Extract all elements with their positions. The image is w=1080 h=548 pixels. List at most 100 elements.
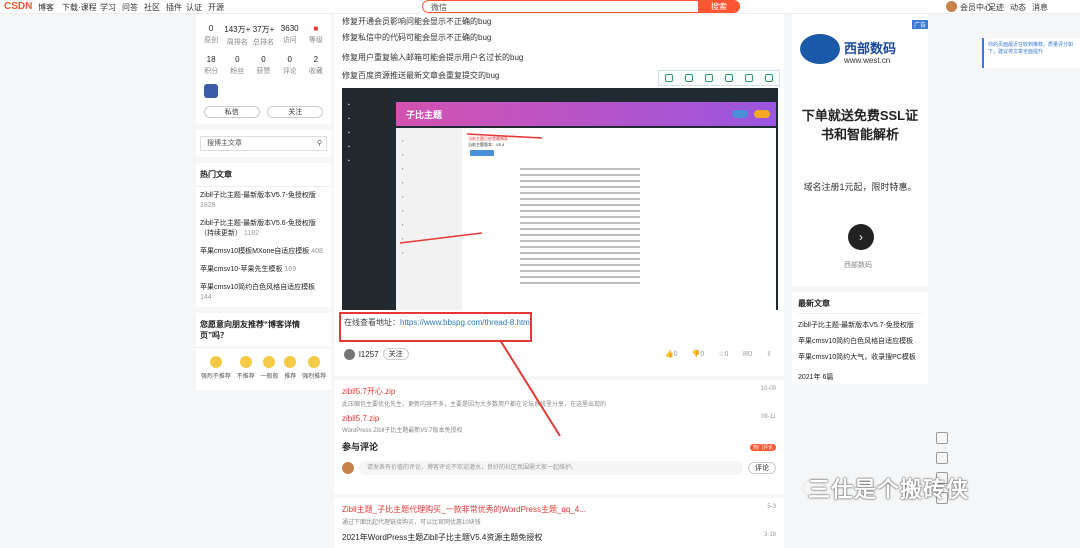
right-sidebar: 广告 西部数码 www.west.cn 下单就送免费SSL证书和智能解析 域名注…	[792, 14, 928, 384]
nav-plugin[interactable]: 插件	[166, 2, 182, 13]
stat-fans[interactable]: 0 粉丝	[224, 55, 250, 76]
stat-original[interactable]: 0 原创	[198, 24, 224, 47]
messages-link[interactable]: 消息	[1032, 2, 1048, 13]
stat-likes[interactable]: 0 获赞	[250, 55, 276, 76]
survey-card: 您愿意向朋友推荐“博客详情页”吗？ 强烈不推荐 不推荐 一般般 推荐 强烈推荐	[196, 313, 331, 390]
footprint-link[interactable]: 足迹	[988, 2, 1004, 13]
user-avatar[interactable]	[946, 1, 957, 12]
author-follow-button[interactable]: 关注	[382, 348, 409, 360]
recent-item[interactable]: Zibll子比主题-最新版本V5.7-免授权版	[798, 320, 922, 330]
follow-button[interactable]: 关注	[267, 106, 324, 118]
download-icon[interactable]	[725, 74, 733, 82]
comment-icon[interactable]: ✉0	[742, 350, 752, 358]
west-logo-icon	[800, 34, 840, 64]
search-input[interactable]: 微信 搜索	[422, 0, 740, 13]
nav-cert[interactable]: 认证	[186, 2, 202, 13]
related-item[interactable]: zibll5.7开心.zip 此压缩包主要优化先生，更新内容不多，主要是因为大多数…	[342, 386, 776, 408]
profile-card: 0 原创 143万+ 周排名 37万+ 总排名 3630 访问 ■ 等级 18 积分 0 粉丝…	[196, 14, 331, 124]
annotation-arrows	[399, 133, 543, 244]
ad-brand: 西部数码	[844, 41, 897, 56]
angry-face-icon	[209, 356, 222, 368]
ad-banner[interactable]: 广告 西部数码 www.west.cn 下单就送免费SSL证书和智能解析 域名注…	[792, 14, 928, 286]
blog-search-card: 搜博主文章 ⚲	[196, 130, 331, 157]
survey-option-strongly-not[interactable]: 强烈不推荐	[201, 356, 231, 380]
csdn-logo[interactable]: CSDN	[4, 1, 32, 12]
like-icon[interactable]: 👍0	[665, 350, 678, 358]
ocr-icon[interactable]	[745, 74, 753, 82]
ad-headline: 下单就送免费SSL证书和智能解析	[801, 108, 919, 142]
blog-search-input[interactable]: 搜博主文章 ⚲	[200, 136, 327, 151]
ad-tag: 广告	[911, 20, 928, 29]
settings-icon[interactable]	[765, 74, 773, 82]
hot-article-item[interactable]: 苹果cmsv10模板MXone自适应模板 408	[196, 243, 331, 261]
stat-points[interactable]: 18 积分	[198, 55, 224, 76]
edit-icon[interactable]	[936, 452, 948, 464]
author-name[interactable]: l1257	[359, 350, 379, 359]
comment-section-title: 参与评论	[342, 442, 379, 452]
hot-article-item[interactable]: Zibll子比主题-最新版本V5.6-免授权版（持续更新） 1182	[196, 215, 331, 243]
private-message-button[interactable]: 私信	[203, 106, 260, 118]
stat-favorites[interactable]: 2 收藏	[303, 55, 329, 76]
share-icon[interactable]: ⇪	[766, 350, 772, 358]
image-toolbar	[658, 70, 780, 86]
ad-subtext: 域名注册1元起，限时特惠。	[803, 182, 917, 192]
main-content: 修复开通会员影响问能会显示不正确的bug 修复私信中的代码可能会显示不正确的bu…	[334, 14, 784, 548]
search-button[interactable]: 搜索	[698, 0, 740, 13]
nav-community[interactable]: 社区	[144, 2, 160, 13]
recent-articles: 最新文章 Zibll子比主题-最新版本V5.7-免授权版 苹果cmsv10简约白…	[792, 292, 928, 384]
stat-comments[interactable]: 0 评论	[277, 55, 303, 76]
stat-total-rank[interactable]: 37万+ 总排名	[250, 24, 276, 47]
achievement-badge-icon[interactable]	[204, 84, 218, 98]
nav-opensource[interactable]: 开源	[208, 2, 224, 13]
hot-article-item[interactable]: 苹果cmsv10-苹果先生模板 169	[196, 261, 331, 279]
hot-comment-badge: 热门评论	[749, 444, 776, 451]
archive-entry[interactable]: 2021年 6篇	[798, 372, 922, 382]
share-icon[interactable]	[685, 74, 693, 82]
nav-learn[interactable]: 学习	[100, 2, 116, 13]
recent-item[interactable]: 苹果cmsv10简约大气，收录搜PC模板	[798, 352, 922, 362]
article-line: 修复私信中的代码可能会显示不正确的bug	[342, 33, 492, 42]
stat-level[interactable]: ■ 等级	[303, 24, 329, 47]
hot-articles-card: 热门文章 Zibll子比主题-最新版本V5.7-免授权版 1828 Zibll子比…	[196, 163, 331, 307]
recent-item[interactable]: 苹果cmsv10简约白色风格自适应模板	[798, 336, 922, 346]
stats-row-2: 18 积分 0 粉丝 0 获赞 0 评论 2 收藏	[196, 47, 331, 76]
dislike-icon[interactable]: 👎0	[692, 350, 705, 358]
nav-download[interactable]: 下载·课程	[62, 2, 97, 13]
stat-visits[interactable]: 3630 访问	[277, 24, 303, 47]
grin-face-icon	[308, 356, 321, 368]
hot-article-item[interactable]: Zibll子比主题-最新版本V5.7-免授权版 1828	[196, 187, 331, 215]
author-avatar[interactable]	[344, 348, 355, 360]
ad-source: 西部数码	[844, 262, 872, 269]
related-item[interactable]: zibll5.7.zip WordPress Zibll子比主题最新V5.7版本免…	[342, 414, 776, 434]
comment-input[interactable]: 请发表有价值的评论，博客评论不欢迎灌水，良好的社区氛围需大家一起维护。	[359, 461, 743, 475]
survey-option-strongly[interactable]: 强烈推荐	[302, 356, 326, 380]
clipboard-icon[interactable]	[936, 432, 948, 444]
copy-icon[interactable]	[665, 74, 673, 82]
submit-comment-button[interactable]: 评论	[748, 462, 776, 474]
online-view-link[interactable]: https://www.bbspg.com/thread-8.htm	[400, 318, 530, 327]
article-line: 修复用户重复输入邮箱可能会提示用户名过长的bug	[342, 53, 524, 62]
related-item[interactable]: Zibll主题_子比主题代理购买_一款非常优秀的WordPress主题_qq_4…	[342, 504, 776, 526]
activity-link[interactable]: 动态	[1010, 2, 1026, 13]
ad-url: www.west.cn	[844, 56, 891, 65]
left-sidebar: 0 原创 143万+ 周排名 37万+ 总排名 3630 访问 ■ 等级 18 积分 0 粉丝…	[196, 14, 331, 396]
ad-go-arrow-icon[interactable]: ›	[848, 224, 874, 250]
survey-option-neutral[interactable]: 一般般	[260, 356, 279, 380]
stat-week-rank[interactable]: 143万+ 周排名	[224, 24, 250, 47]
survey-option-recommend[interactable]: 推荐	[284, 356, 296, 380]
favorite-icon[interactable]: ☆0	[718, 350, 728, 358]
survey-option-not[interactable]: 不推荐	[237, 356, 255, 380]
top-navigation-bar: CSDN 博客 下载·课程 学习 问答 社区 插件 认证 开源 微信 搜索 会员…	[0, 0, 1080, 14]
article-actions: 👍0 👎0 ☆0 ✉0 ⇪	[665, 350, 772, 358]
author-row: l1257 关注	[344, 348, 409, 360]
related-articles: zibll5.7开心.zip 此压缩包主要优化先生，更新内容不多，主要是因为大多数…	[334, 380, 784, 494]
watermark: 三仕是个搬砖侠	[808, 477, 970, 502]
hot-article-item[interactable]: 苹果cmsv10简约白色风格自适应模板 144	[196, 279, 331, 307]
online-view-line: 在线查看地址：https://www.bbspg.com/thread-8.ht…	[344, 318, 530, 327]
search-icon[interactable]: ⚲	[317, 137, 322, 151]
expand-icon[interactable]	[705, 74, 713, 82]
nav-blog[interactable]: 博客	[38, 2, 54, 13]
stats-row-1: 0 原创 143万+ 周排名 37万+ 总排名 3630 访问 ■ 等级	[196, 14, 331, 47]
nav-qa[interactable]: 问答	[122, 2, 138, 13]
related-item[interactable]: 2021年WordPress主题Zibll子比主题V5.4资源主题免授权 3-18	[342, 532, 776, 543]
